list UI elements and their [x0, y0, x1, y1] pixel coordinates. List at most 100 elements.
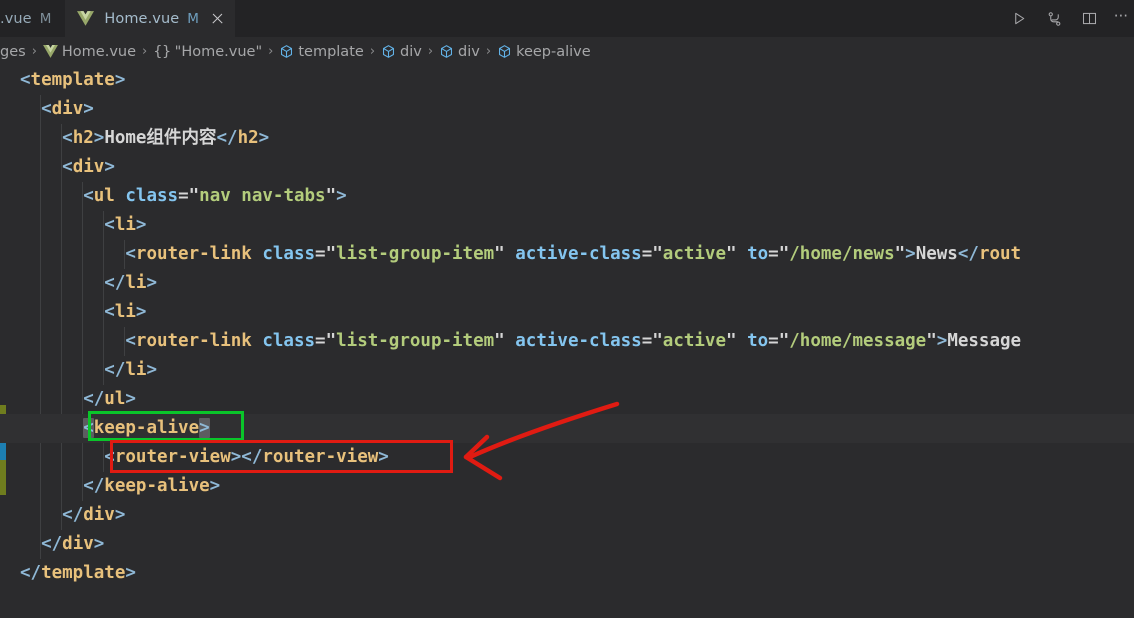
breadcrumb-item-file[interactable]: Home.vue	[42, 44, 136, 60]
code-token: div	[72, 157, 105, 177]
code-editor[interactable]: <template> <div> <h2>Home组件内容</h2> <div>…	[0, 66, 1134, 618]
code-line[interactable]: <h2>Home组件内容</h2>	[0, 124, 1134, 153]
code-line[interactable]: </ul>	[0, 385, 1134, 414]
code-token: "	[726, 244, 737, 264]
code-token: >	[125, 563, 136, 583]
vue-logo-icon	[77, 11, 95, 26]
code-line[interactable]: <li>	[0, 298, 1134, 327]
code-token: >	[146, 360, 157, 380]
breadcrumb-separator: ›	[142, 44, 148, 59]
code-token: >	[93, 534, 105, 554]
code-line[interactable]: <router-link class="list-group-item" act…	[0, 240, 1134, 269]
code-token: keep-alive	[93, 418, 200, 438]
code-token: </	[20, 563, 42, 583]
code-token: li	[125, 273, 147, 293]
vscode-editor-window: .vue M Home.vue M ··· ges › Home.vue › {…	[0, 0, 1134, 618]
code-token: </	[216, 128, 238, 148]
code-line[interactable]: <ul class="nav nav-tabs">	[0, 182, 1134, 211]
code-token: <	[20, 70, 31, 90]
code-token: class	[262, 331, 316, 351]
code-token: keep-alive	[104, 476, 210, 496]
code-token: ="	[641, 331, 663, 351]
code-token: li	[114, 215, 136, 235]
code-line[interactable]: </div>	[0, 501, 1134, 530]
breadcrumb-item-symbol-root[interactable]: {} "Home.vue"	[153, 44, 262, 60]
code-token: <	[125, 331, 136, 351]
code-line[interactable]: <li>	[0, 211, 1134, 240]
code-token: router-view	[114, 447, 231, 467]
breadcrumb-label: keep-alive	[516, 43, 591, 60]
code-token: rout	[978, 244, 1022, 264]
symbol-cube-icon	[439, 44, 454, 59]
code-token: </	[104, 360, 126, 380]
breadcrumb-item-folder[interactable]: ges	[0, 44, 26, 60]
code-token: <	[62, 157, 73, 177]
code-line[interactable]: <div>	[0, 153, 1134, 182]
tab-label: Home.vue	[104, 10, 180, 27]
code-token: >	[125, 389, 136, 409]
code-line[interactable]: <router-view></router-view>	[0, 443, 1134, 472]
code-token: >	[104, 157, 115, 177]
code-line[interactable]: </keep-alive>	[0, 472, 1134, 501]
ellipsis-icon[interactable]: ···	[1114, 9, 1128, 25]
code-token: "	[726, 331, 737, 351]
code-token: </	[83, 476, 105, 496]
code-line[interactable]: <div>	[0, 95, 1134, 124]
code-token: <	[104, 302, 115, 322]
code-token: <	[125, 244, 136, 264]
code-line[interactable]: <keep-alive>	[0, 414, 1134, 443]
code-token: </	[83, 389, 105, 409]
editor-tab-partial[interactable]: .vue M	[0, 0, 66, 37]
code-line[interactable]: </div>	[0, 530, 1134, 559]
breadcrumb-item-template[interactable]: template	[279, 44, 364, 60]
editor-tab-bar: .vue M Home.vue M ···	[0, 0, 1134, 37]
tab-dirty-indicator: M	[187, 10, 199, 27]
code-token: li	[125, 360, 147, 380]
code-token: ="	[315, 331, 337, 351]
code-line[interactable]: </template>	[0, 559, 1134, 588]
code-line[interactable]: <router-link class="list-group-item" act…	[0, 327, 1134, 356]
code-token: </	[104, 273, 126, 293]
code-token: "	[926, 331, 937, 351]
code-token: <	[62, 128, 73, 148]
source-code[interactable]: <template> <div> <h2>Home组件内容</h2> <div>…	[0, 66, 1134, 588]
code-line[interactable]: <template>	[0, 66, 1134, 95]
code-token: >	[905, 244, 916, 264]
code-token: ="	[315, 244, 337, 264]
code-token: div	[51, 99, 84, 119]
editor-tab-home-vue[interactable]: Home.vue M	[65, 0, 235, 37]
code-token: >	[135, 215, 147, 235]
editor-actions: ···	[1008, 0, 1134, 37]
code-token: router-view	[262, 447, 379, 467]
code-token: div	[62, 534, 94, 554]
breadcrumb-separator: ›	[31, 44, 37, 59]
code-token: "	[325, 186, 337, 206]
play-icon[interactable]	[1009, 8, 1031, 30]
split-editor-icon[interactable]	[1079, 8, 1101, 30]
code-token: to	[747, 331, 769, 351]
breadcrumb-item-div-2[interactable]: div	[439, 44, 480, 60]
code-token: >	[258, 128, 270, 148]
code-line[interactable]: </li>	[0, 356, 1134, 385]
code-token: >	[209, 476, 221, 496]
code-token: <	[104, 447, 115, 467]
code-token: class	[125, 186, 179, 206]
split-debug-icon[interactable]	[1044, 8, 1066, 30]
code-token: </	[41, 534, 63, 554]
code-token: ul	[93, 186, 115, 206]
code-token: router-link	[135, 244, 252, 264]
code-token: <	[41, 99, 52, 119]
breadcrumb-item-div-1[interactable]: div	[381, 44, 422, 60]
code-token: >	[378, 447, 389, 467]
code-line[interactable]: </li>	[0, 269, 1134, 298]
code-token: <	[104, 215, 115, 235]
symbol-cube-icon	[381, 44, 396, 59]
breadcrumb-item-keep-alive[interactable]: keep-alive	[497, 44, 591, 60]
close-icon[interactable]	[210, 11, 225, 26]
code-token: ul	[104, 389, 126, 409]
code-token: h2	[237, 128, 259, 148]
